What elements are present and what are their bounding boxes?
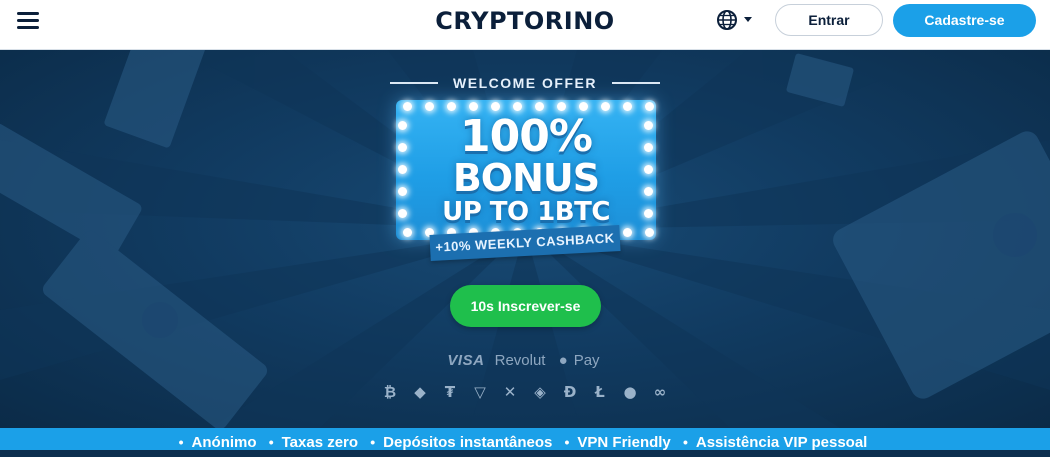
bullet: • <box>370 434 376 450</box>
marquee-bulb <box>645 102 654 111</box>
crypto-icons: ₿ ◆ ₮ ▽ ✕ ◈ Đ Ł ● ∞ <box>380 382 680 402</box>
marquee-bulb <box>579 102 588 111</box>
feature-instant-deposits: Depósitos instantâneos <box>383 434 553 451</box>
bullet: • <box>178 434 184 450</box>
ethereum-icon: ◆ <box>414 383 426 401</box>
marquee-bulb <box>535 102 544 111</box>
litecoin-icon: Ł <box>595 383 605 401</box>
features-bar: • Anónimo • Taxas zero • Depósitos instantâ… <box>0 428 1050 451</box>
chainlink-icon: ∞ <box>653 383 667 401</box>
payment-methods: VISA Revolut ● Pay <box>0 352 1050 369</box>
login-button[interactable]: Entrar <box>775 4 883 36</box>
welcome-text: WELCOME OFFER <box>453 74 597 91</box>
bonus-marquee: 100% BONUS UP TO 1BTC <box>396 100 656 240</box>
bonus-word: BONUS <box>452 156 600 200</box>
bullet: • <box>682 434 688 450</box>
marquee-bulb <box>403 102 412 111</box>
apple-pay-logo: ● Pay <box>558 352 600 369</box>
welcome-offer-heading: WELCOME OFFER <box>0 74 1050 92</box>
register-cta-button[interactable]: 10s Inscrever-se <box>450 285 601 327</box>
marquee-bulb <box>623 228 632 237</box>
tron-icon: ▽ <box>474 383 486 401</box>
feature-vip-support: Assistência VIP pessoal <box>695 434 868 451</box>
binance-icon: ◈ <box>534 383 546 401</box>
visa-logo: VISA <box>447 352 485 369</box>
site-header: CRYPTORINO Entrar Cadastre-se <box>0 0 1050 50</box>
tether-icon: ₮ <box>444 383 456 401</box>
marquee-bulb <box>447 102 456 111</box>
marquee-bulb <box>513 102 522 111</box>
bitcoin-icon: ₿ <box>383 383 397 401</box>
marquee-bulb <box>469 102 478 111</box>
signup-button[interactable]: Cadastre-se <box>893 4 1036 37</box>
feature-zero-fees: Taxas zero <box>281 434 359 451</box>
apple-icon: ● <box>558 352 568 369</box>
marquee-bulb <box>491 102 500 111</box>
chevron-down-icon <box>744 17 752 22</box>
marquee-bulb <box>425 102 434 111</box>
globe-icon <box>717 10 737 30</box>
bullet: • <box>268 434 274 450</box>
revolut-logo: Revolut <box>494 352 546 369</box>
dogecoin-icon: Đ <box>563 383 577 401</box>
marquee-bulb <box>645 228 654 237</box>
divider-right <box>611 81 660 84</box>
divider-left <box>390 81 439 84</box>
shiba-icon: ● <box>623 383 637 401</box>
ripple-icon: ✕ <box>503 383 517 401</box>
feature-vpn-friendly: VPN Friendly <box>577 434 671 451</box>
feature-anonymous: Anónimo <box>191 434 257 451</box>
marquee-bulb <box>601 102 610 111</box>
bullet: • <box>564 434 570 450</box>
hero-banner: WELCOME OFFER 100% BONUS UP TO 1BTC +10%… <box>0 50 1050 428</box>
marquee-bulb <box>557 102 566 111</box>
bonus-limit: UP TO 1BTC <box>442 197 610 227</box>
marquee-bulb <box>403 228 412 237</box>
marquee-bulb <box>623 102 632 111</box>
bonus-percent: 100% <box>460 111 593 162</box>
language-selector[interactable] <box>716 9 758 33</box>
